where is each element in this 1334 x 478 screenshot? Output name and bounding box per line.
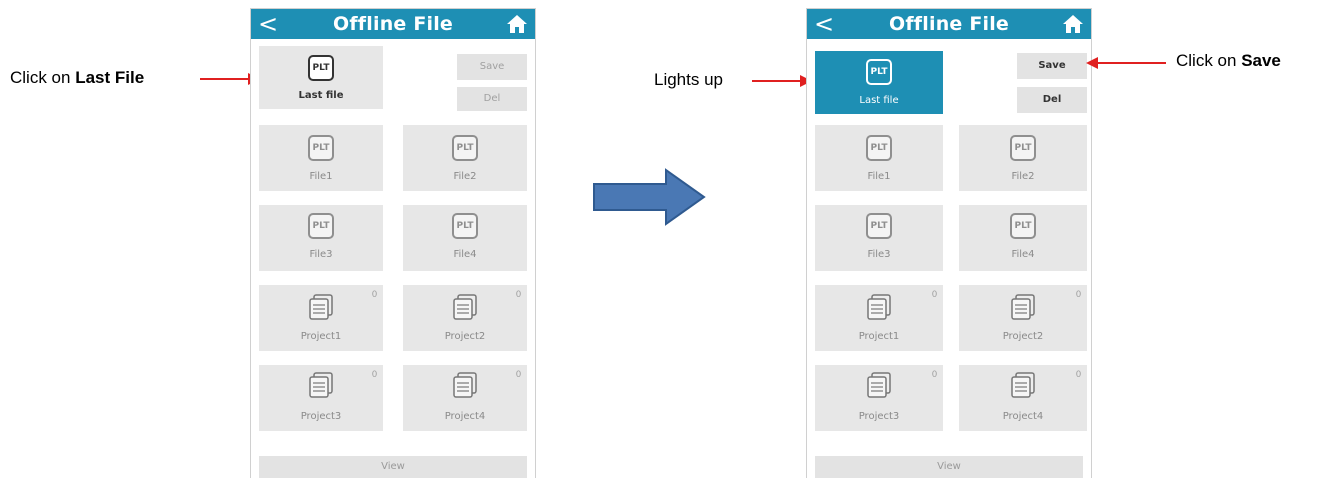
plt-icon: PLT <box>452 213 478 239</box>
project-count: 0 <box>931 369 937 379</box>
plt-icon: PLT <box>1010 135 1036 161</box>
project-stack-icon <box>309 294 333 320</box>
annotation-click-save: Click on Save <box>1176 51 1281 71</box>
plt-icon: PLT <box>866 59 892 85</box>
project-label: Project3 <box>858 411 900 422</box>
file-label: File2 <box>1011 171 1035 182</box>
page-title: Offline File <box>332 13 454 35</box>
project-label: Project1 <box>858 331 900 342</box>
home-icon[interactable] <box>505 13 529 35</box>
plt-icon: PLT <box>866 135 892 161</box>
project-stack-icon <box>1011 372 1035 398</box>
project-label: Project2 <box>444 331 486 342</box>
annotation-bold: Last File <box>75 68 145 87</box>
plt-icon: PLT <box>1010 213 1036 239</box>
file-tile-3[interactable]: PLT File3 <box>259 205 383 271</box>
project-tile-3[interactable]: 0 Project3 <box>259 365 383 431</box>
last-file-label: Last file <box>298 90 344 101</box>
save-button[interactable]: Save <box>1017 53 1087 79</box>
del-button[interactable]: Del <box>457 87 527 111</box>
project-stack-icon <box>453 294 477 320</box>
project-label: Project4 <box>444 411 486 422</box>
annotation-text: Click on <box>1176 51 1242 70</box>
project-stack-icon <box>309 372 333 398</box>
project-stack-icon <box>867 372 891 398</box>
file-tile-4[interactable]: PLT File4 <box>959 205 1087 271</box>
file-tile-1[interactable]: PLT File1 <box>815 125 943 191</box>
save-button[interactable]: Save <box>457 54 527 80</box>
phone-screen-after: < Offline File PLT Last file Save Del PL… <box>806 8 1092 478</box>
header-bar: < Offline File <box>807 9 1091 39</box>
view-button[interactable]: View <box>815 456 1083 478</box>
file-tile-4[interactable]: PLT File4 <box>403 205 527 271</box>
project-count: 0 <box>515 289 521 299</box>
file-tile-2[interactable]: PLT File2 <box>959 125 1087 191</box>
file-label: File3 <box>867 249 891 260</box>
file-label: File4 <box>453 249 477 260</box>
project-tile-1[interactable]: 0 Project1 <box>259 285 383 351</box>
file-label: File4 <box>1011 249 1035 260</box>
last-file-tile[interactable]: PLT Last file <box>259 46 383 109</box>
project-count: 0 <box>931 289 937 299</box>
annotation-click-last-file: Click on Last File <box>10 68 144 88</box>
project-label: Project3 <box>300 411 342 422</box>
plt-icon: PLT <box>308 55 334 81</box>
project-tile-4[interactable]: 0 Project4 <box>403 365 527 431</box>
header-bar: < Offline File <box>251 9 535 39</box>
project-tile-2[interactable]: 0 Project2 <box>959 285 1087 351</box>
phone-screen-before: < Offline File PLT Last file Save Del PL… <box>250 8 536 478</box>
project-count: 0 <box>371 289 377 299</box>
plt-icon: PLT <box>308 135 334 161</box>
project-count: 0 <box>1075 289 1081 299</box>
project-tile-1[interactable]: 0 Project1 <box>815 285 943 351</box>
file-label: File3 <box>309 249 333 260</box>
file-tile-3[interactable]: PLT File3 <box>815 205 943 271</box>
red-arrow-right <box>1086 57 1166 69</box>
back-icon[interactable]: < <box>813 9 835 39</box>
file-label: File1 <box>867 171 891 182</box>
red-arrow-middle <box>752 75 812 87</box>
annotation-lights-up: Lights up <box>654 70 723 89</box>
project-label: Project1 <box>300 331 342 342</box>
annotation-text: Click on <box>10 68 76 87</box>
home-icon[interactable] <box>1061 13 1085 35</box>
project-tile-2[interactable]: 0 Project2 <box>403 285 527 351</box>
project-label: Project4 <box>1002 411 1044 422</box>
transition-arrow <box>593 168 706 226</box>
project-tile-4[interactable]: 0 Project4 <box>959 365 1087 431</box>
project-count: 0 <box>515 369 521 379</box>
view-button[interactable]: View <box>259 456 527 478</box>
last-file-tile-selected[interactable]: PLT Last file <box>815 51 943 114</box>
file-tile-2[interactable]: PLT File2 <box>403 125 527 191</box>
plt-icon: PLT <box>308 213 334 239</box>
project-tile-3[interactable]: 0 Project3 <box>815 365 943 431</box>
project-stack-icon <box>867 294 891 320</box>
project-stack-icon <box>453 372 477 398</box>
project-count: 0 <box>371 369 377 379</box>
file-label: File2 <box>453 171 477 182</box>
plt-icon: PLT <box>452 135 478 161</box>
project-label: Project2 <box>1002 331 1044 342</box>
file-label: File1 <box>309 171 333 182</box>
del-button[interactable]: Del <box>1017 87 1087 113</box>
last-file-label: Last file <box>859 95 899 106</box>
project-count: 0 <box>1075 369 1081 379</box>
back-icon[interactable]: < <box>257 9 279 39</box>
plt-icon: PLT <box>866 213 892 239</box>
project-stack-icon <box>1011 294 1035 320</box>
file-tile-1[interactable]: PLT File1 <box>259 125 383 191</box>
annotation-bold: Save <box>1241 51 1281 70</box>
page-title: Offline File <box>888 13 1010 35</box>
